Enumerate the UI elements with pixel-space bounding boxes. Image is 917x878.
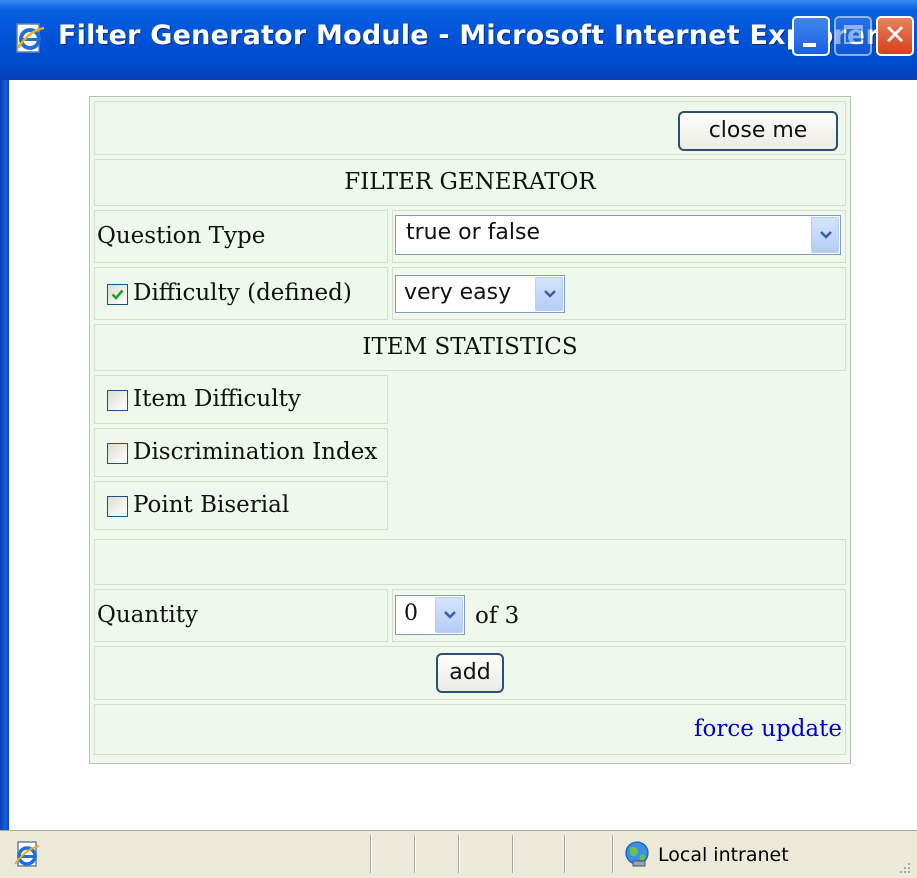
checkmark-icon bbox=[111, 289, 124, 300]
close-row: close me bbox=[94, 101, 846, 155]
status-separator bbox=[564, 835, 566, 873]
status-separator bbox=[612, 835, 614, 873]
window-title: Filter Generator Module - Microsoft Inte… bbox=[58, 20, 879, 51]
quantity-label: Quantity bbox=[97, 602, 199, 628]
chevron-down-icon[interactable] bbox=[435, 597, 463, 633]
add-row: add bbox=[94, 646, 846, 700]
item-difficulty-cell: Item Difficulty bbox=[94, 375, 388, 424]
item-difficulty-checkbox[interactable] bbox=[107, 390, 128, 411]
difficulty-label: Difficulty (defined) bbox=[133, 280, 352, 306]
quantity-select-cell: 0 of 3 bbox=[392, 589, 846, 642]
quantity-of-total: of 3 bbox=[475, 603, 520, 629]
discrimination-index-cell: Discrimination Index bbox=[94, 428, 388, 477]
filter-generator-form: close me FILTER GENERATOR Question Type … bbox=[89, 96, 851, 764]
page-content: close me FILTER GENERATOR Question Type … bbox=[9, 80, 917, 830]
question-type-select-cell: true or false bbox=[392, 210, 846, 263]
question-type-label-cell: Question Type bbox=[94, 210, 388, 263]
chevron-down-icon[interactable] bbox=[535, 277, 563, 311]
minimize-icon bbox=[803, 43, 816, 47]
window-left-border bbox=[0, 80, 9, 830]
close-icon: ✕ bbox=[883, 20, 907, 51]
point-biserial-checkbox[interactable] bbox=[107, 496, 128, 517]
quantity-value: 0 bbox=[404, 601, 418, 626]
title-bar[interactable]: Filter Generator Module - Microsoft Inte… bbox=[0, 0, 917, 80]
filter-generator-header: FILTER GENERATOR bbox=[94, 159, 846, 206]
difficulty-checkbox[interactable] bbox=[107, 284, 128, 305]
spacer-row bbox=[94, 539, 846, 585]
status-separator bbox=[458, 835, 460, 873]
zone-label: Local intranet bbox=[658, 844, 789, 866]
quantity-select[interactable]: 0 bbox=[395, 595, 465, 635]
difficulty-value: very easy bbox=[404, 280, 512, 305]
discrimination-index-label: Discrimination Index bbox=[133, 439, 378, 465]
add-button[interactable]: add bbox=[436, 653, 504, 693]
question-type-value: true or false bbox=[406, 220, 540, 245]
point-biserial-cell: Point Biserial bbox=[94, 481, 388, 530]
close-me-button[interactable]: close me bbox=[678, 111, 838, 151]
difficulty-select-cell: very easy bbox=[392, 267, 846, 320]
minimize-button[interactable] bbox=[792, 16, 830, 56]
ie-page-icon bbox=[14, 841, 40, 867]
point-biserial-label: Point Biserial bbox=[133, 492, 290, 518]
ie-page-icon bbox=[16, 23, 45, 53]
difficulty-select[interactable]: very easy bbox=[395, 275, 565, 313]
item-difficulty-label: Item Difficulty bbox=[133, 386, 301, 412]
item-statistics-header: ITEM STATISTICS bbox=[94, 324, 846, 371]
maximize-button[interactable] bbox=[834, 16, 872, 56]
maximize-icon bbox=[844, 25, 863, 44]
force-update-link[interactable]: force update bbox=[694, 716, 842, 742]
local-intranet-icon bbox=[625, 841, 649, 867]
difficulty-label-cell: Difficulty (defined) bbox=[94, 267, 388, 320]
status-separator bbox=[512, 835, 514, 873]
resize-grip-icon[interactable] bbox=[898, 861, 912, 875]
status-bar: Local intranet bbox=[0, 830, 917, 878]
status-separator bbox=[370, 835, 372, 873]
status-separator bbox=[414, 835, 416, 873]
question-type-label: Question Type bbox=[97, 223, 266, 249]
chevron-down-icon[interactable] bbox=[811, 217, 839, 253]
discrimination-index-checkbox[interactable] bbox=[107, 443, 128, 464]
question-type-select[interactable]: true or false bbox=[395, 215, 841, 255]
close-window-button[interactable]: ✕ bbox=[876, 16, 914, 56]
force-update-row: force update bbox=[94, 704, 846, 755]
quantity-label-cell: Quantity bbox=[94, 589, 388, 642]
